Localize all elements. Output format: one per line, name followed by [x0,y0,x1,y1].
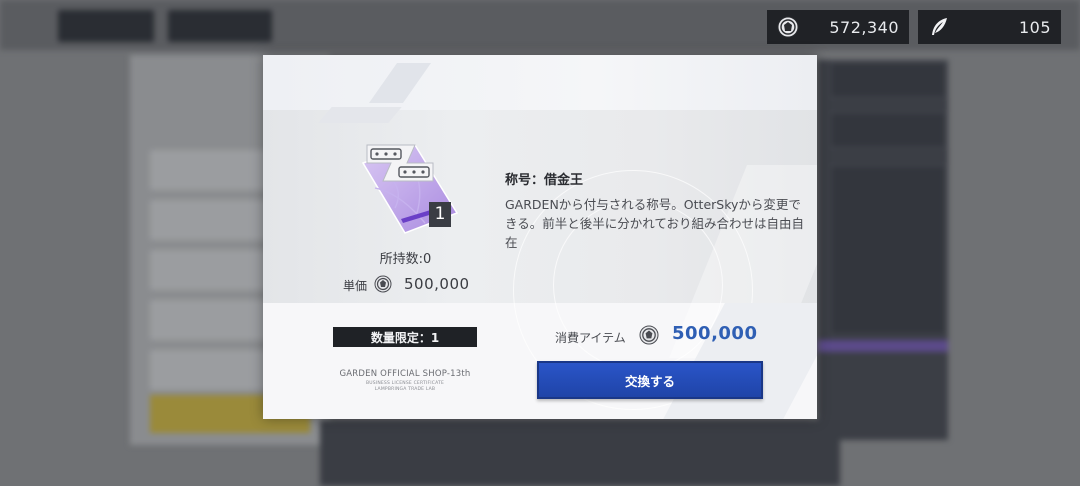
cost-value: 500,000 [672,323,758,344]
background-chip [58,10,154,42]
medal-coin-icon [374,275,392,293]
unit-price-label: 単価 [343,279,368,293]
feather-currency-display: 105 [918,10,1061,44]
unit-price-row: 単価 500,000 [343,275,493,295]
background-chip [242,10,272,42]
exchange-button[interactable]: 交換する [537,361,763,399]
medal-coin-icon [639,325,659,345]
item-count-badge: 1 [429,202,451,227]
owned-count: 所持数:0 [379,252,432,267]
coin-balance: 572,340 [829,18,899,37]
background-bottom-cards [320,420,840,486]
item-exchange-dialog: 1 所持数:0 単価 500,000 称号：借金王 GARDENから付与される称… [263,55,817,419]
item-title: 称号：借金王 [505,173,584,188]
background-purple-strip [818,340,948,352]
quantity-limit-badge: 数量限定：1 [333,327,477,347]
decorative-slash [318,107,402,123]
feather-icon [932,18,947,35]
cost-row: 消費アイテム 500,000 [555,322,805,348]
coin-currency-display: 572,340 [767,10,909,44]
dialog-header-area [263,55,817,110]
medal-coin-icon [777,16,799,38]
cost-label: 消費アイテム [555,331,626,345]
shop-name: GARDEN OFFICIAL SHOP-13th [339,369,471,379]
shop-license-line: BUSINESS LICENSE CERTIFICATE [365,381,445,386]
background-card [830,165,946,335]
item-description: GARDENから付与される称号。OtterSkyから変更できる。前半と後半に分か… [505,197,805,250]
decorative-slash [368,63,432,103]
unit-price-value: 500,000 [404,275,470,293]
background-card [830,112,946,148]
shop-lab-line: LAMPBRINGA TRADE LAB [374,387,436,392]
background-card [830,62,946,98]
feather-balance: 105 [1018,18,1051,37]
